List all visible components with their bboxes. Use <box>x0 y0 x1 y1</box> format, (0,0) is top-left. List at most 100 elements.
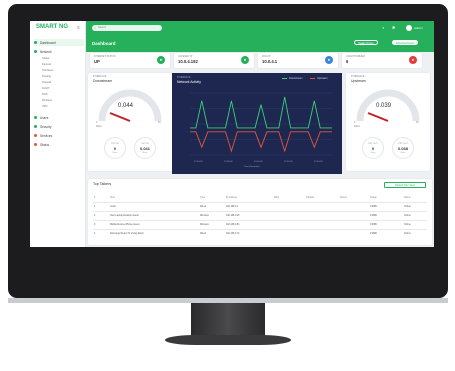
series-line-downstream <box>190 96 332 129</box>
cell: User-Laptop-Desktop-Guest <box>110 215 139 217</box>
sidebar-subitem[interactable]: DNS <box>42 93 82 98</box>
section-title: Top Talkers <box>93 182 112 186</box>
stat-value: 10.0.4.1 <box>262 59 278 64</box>
sidebar-subitem[interactable]: Routing <box>42 75 82 80</box>
series-line-upstream <box>190 131 332 153</box>
gauge-unit: Mbps <box>354 125 360 128</box>
card-label: INTERFACE <box>177 76 191 79</box>
column-header[interactable]: MAC <box>274 197 279 199</box>
network-icon <box>34 50 37 53</box>
gateway-icon: ● <box>241 56 249 64</box>
column-header[interactable]: Status <box>404 197 411 199</box>
sidebar-item-users[interactable]: Users <box>34 114 84 121</box>
stat-label: INTERNET STATUS <box>94 55 116 58</box>
sidebar: SMART NG ≡ Dashboard Network Status Devi… <box>30 21 86 247</box>
sidebar-item-security[interactable]: Security <box>34 123 84 130</box>
stat-value: UP <box>94 59 100 64</box>
sidebar-subitem[interactable]: DHCP <box>42 87 82 92</box>
column-header[interactable]: Type <box>200 197 205 199</box>
download-report-button[interactable]: Download Report <box>392 40 419 45</box>
cell: 1 <box>94 206 96 208</box>
stat-value: 6 <box>346 59 349 64</box>
cell: Wireless <box>200 224 209 226</box>
sidebar-item-status[interactable]: Status <box>34 141 84 148</box>
gauge-value: 0.039 <box>376 103 392 109</box>
card-label: INTERFACE <box>93 75 107 78</box>
sidebar-item-dashboard[interactable]: Dashboard <box>34 39 84 46</box>
notification-icon[interactable]: ◖ <box>382 25 384 30</box>
stat-card: WAN IP 10.0.4.1 ● <box>258 53 338 68</box>
cell: 0.0MB <box>370 206 377 208</box>
column-header[interactable]: Usage <box>370 197 377 199</box>
column-header[interactable]: Packets <box>306 197 314 199</box>
mini-gauge-title: PKT OUT <box>398 143 408 145</box>
network-activity-card: INTERFACE Network Activity Downstream Up… <box>172 73 342 174</box>
menu-toggle-icon[interactable]: ≡ <box>77 25 82 31</box>
services-icon <box>34 134 37 137</box>
screen: SMART NG ≡ Dashboard Network Status Devi… <box>30 21 434 247</box>
sidebar-item-label: Security <box>40 124 52 129</box>
table-row[interactable]: 2 User-Laptop-Desktop-Guest Wireless 192… <box>93 211 427 220</box>
alert-icon: ● <box>409 56 417 64</box>
table-row[interactable]: 4 Samsung-Smart-TV-Living-Room Wired 192… <box>93 229 427 238</box>
table-row[interactable]: 1 router Wired 192.168.0.1 0.0MB Online <box>93 202 427 211</box>
stat-value: 10.0.4.192 <box>178 59 198 64</box>
cell: 192.168.0.1 <box>226 206 239 208</box>
refresh-button[interactable]: Refresh Top Users <box>384 182 426 188</box>
sidebar-subitem[interactable]: VPN <box>42 105 82 110</box>
sidebar-item-label: Status <box>40 142 50 147</box>
cell: 192.168.0.74 <box>226 233 240 235</box>
column-header[interactable]: # <box>94 197 95 199</box>
sidebar-item-services[interactable]: Services <box>34 132 84 139</box>
monitor-stand-base <box>165 335 291 345</box>
column-header[interactable]: Speed <box>340 197 347 199</box>
gauge-max: 50 <box>158 121 161 124</box>
sidebar-subitem[interactable]: Wireless <box>42 99 82 104</box>
stat-card: INTERNET STATUS UP ● <box>90 53 170 68</box>
network-activity-chart <box>190 92 332 156</box>
x-tick-label: 12:10:00 <box>254 161 263 163</box>
mini-gauge-value: 0.038 <box>397 146 408 151</box>
top-bar: Search ⌕ ◖ ✱ Admin Dashboard Health Moni… <box>86 21 434 52</box>
cell: 4 <box>94 233 96 235</box>
settings-icon[interactable]: ✱ <box>392 25 395 30</box>
column-header[interactable]: Host <box>110 197 115 199</box>
cell: Online <box>404 215 411 217</box>
user-name[interactable]: Admin <box>414 25 423 31</box>
monitor-stand-neck <box>191 303 265 337</box>
mini-gauge-title: PKT IN <box>141 143 149 145</box>
cell: 0.0MB <box>370 233 377 235</box>
mini-gauge-value: 0.041 <box>139 146 150 151</box>
sidebar-item-label: Dashboard <box>40 40 56 45</box>
cell: Wireless <box>200 215 209 217</box>
status-icon <box>34 143 37 146</box>
sidebar-item-network[interactable]: Network <box>34 48 84 55</box>
gauge-min: 0 <box>96 121 98 124</box>
sidebar-subitem[interactable]: Status <box>42 57 82 62</box>
cell: Online <box>404 233 411 235</box>
table-row[interactable]: 3 Mobile-Device-iPhone-Guest Wireless 19… <box>93 220 427 229</box>
column-header[interactable]: IP Address <box>226 197 237 199</box>
top-talkers-card: Top Talkers Refresh Top Users # Host Typ… <box>88 179 432 245</box>
health-monitor-button[interactable]: Health Monitor <box>354 40 378 45</box>
chart-title: Network Activity <box>177 80 201 84</box>
card-label: INTERFACE <box>351 75 365 78</box>
legend-upstream: Upstream <box>310 77 327 80</box>
x-axis-title: Time (Seconds) <box>244 166 260 168</box>
avatar[interactable] <box>406 25 412 31</box>
card-title: Upstream <box>351 79 366 83</box>
x-tick-label: 12:15:00 <box>284 161 293 163</box>
gauge-value: 0.044 <box>118 103 134 109</box>
cell: 3 <box>94 224 96 226</box>
mini-gauge-unit: Mbps <box>142 152 148 154</box>
mini-gauge-unit: Mbps <box>370 152 376 154</box>
upstream-gauge-card: INTERFACE Upstream 0.039 0 Mbps 50 PKT O… <box>346 73 430 171</box>
brand-logo: SMART NG <box>36 24 68 30</box>
sidebar-subitem[interactable]: Interfaces <box>42 69 82 74</box>
sidebar-subitem[interactable]: Devices <box>42 63 82 68</box>
cell: Samsung-Smart-TV-Living-Room <box>110 233 144 235</box>
sidebar-item-label: Services <box>40 133 53 138</box>
search-input[interactable]: Search <box>92 25 162 31</box>
sidebar-subitem[interactable]: Firewall <box>42 81 82 86</box>
status-icon: ● <box>157 56 165 64</box>
